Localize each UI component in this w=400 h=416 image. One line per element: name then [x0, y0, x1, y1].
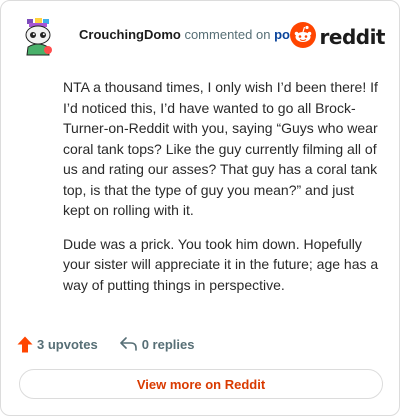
upvote-arrow-icon	[17, 336, 33, 353]
reddit-comment-embed: CrouchingDomo commented on post reddit N…	[0, 0, 400, 416]
reply-count: 0 replies	[141, 336, 195, 352]
username-link[interactable]: CrouchingDomo	[79, 27, 181, 42]
comment-paragraph: NTA a thousand times, I only wish I’d be…	[63, 79, 378, 218]
comment-meta: CrouchingDomo commented on post	[79, 27, 302, 42]
upvote-button[interactable]: 3 upvotes	[17, 336, 98, 353]
comment-body: NTA a thousand times, I only wish I’d be…	[63, 77, 379, 308]
reddit-wordmark: reddit	[319, 25, 386, 49]
reddit-brand[interactable]: reddit	[289, 21, 386, 53]
comment-actions: 3 upvotes 0 replies	[17, 333, 216, 355]
snoo-avatar-icon[interactable]	[21, 17, 57, 57]
comment-paragraph: Dude was a prick. You took him down. Hop…	[63, 235, 379, 293]
reply-arrow-icon	[119, 337, 138, 351]
upvote-count: 3 upvotes	[37, 336, 98, 352]
action-text: commented on	[184, 27, 271, 42]
comment-header: CrouchingDomo commented on post reddit	[17, 17, 386, 57]
reddit-logo-icon	[289, 21, 316, 53]
view-more-button[interactable]: View more on Reddit	[19, 369, 383, 399]
reply-button[interactable]: 0 replies	[119, 336, 195, 352]
